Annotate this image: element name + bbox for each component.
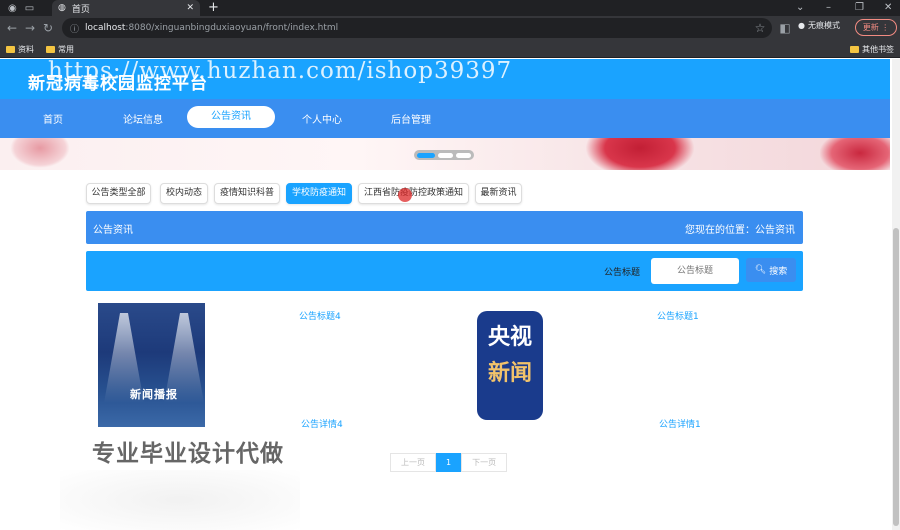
category-school-notice[interactable]: 学校防疫通知 <box>286 183 352 204</box>
watermark-slogan: 专业毕业设计代做 <box>92 441 284 467</box>
search-button-label: 搜索 <box>769 266 788 277</box>
bookmark-folder-ziliao[interactable]: 资料 <box>6 44 34 55</box>
other-bookmarks[interactable]: 其他书签 <box>850 44 894 55</box>
prev-page-button[interactable]: 上一页 <box>390 453 436 472</box>
main-nav: 首页 论坛信息 公告资讯 个人中心 后台管理 <box>0 99 890 138</box>
section-title: 公告资讯 <box>93 225 133 236</box>
logo-line: 新闻 <box>487 361 532 386</box>
bookmark-folder-changyong[interactable]: 常用 <box>46 44 74 55</box>
browser-tab-inactive[interactable]: ◉ ▭ <box>2 0 52 16</box>
reload-icon[interactable]: ↻ <box>39 21 57 35</box>
browser-tab-active[interactable]: ◍ 首页 ✕ <box>52 0 200 16</box>
new-tab-button[interactable]: + <box>208 0 219 16</box>
next-page-button[interactable]: 下一页 <box>461 453 508 472</box>
nav-admin[interactable]: 后台管理 <box>391 111 431 126</box>
incognito-indicator[interactable]: ● 无痕模式 <box>798 20 840 31</box>
url-host: localhost <box>85 23 126 33</box>
restore-icon[interactable]: ❐ <box>855 0 864 16</box>
carousel-dot[interactable] <box>417 152 436 158</box>
breadcrumb: 公告资讯 您现在的位置：公告资讯 <box>86 211 803 244</box>
globe-icon: ◍ <box>58 3 66 13</box>
window-close-icon[interactable]: ✕ <box>884 0 892 16</box>
announcement-detail[interactable]: 公告详情4 <box>301 417 343 430</box>
other-bookmarks-label: 其他书签 <box>862 45 894 54</box>
search-label: 公告标题 <box>604 268 641 278</box>
info-icon: ⓘ <box>70 24 80 35</box>
chrome-icon: ◉ <box>8 2 17 14</box>
cctv-news-logo[interactable]: 央视 新闻 <box>477 311 543 420</box>
search-bar: 公告标题 🔍︎ 搜索 <box>86 251 803 291</box>
banner-decor <box>585 138 695 170</box>
thumbnail-caption: 新闻播报 <box>130 388 178 401</box>
carousel-indicators <box>414 150 474 160</box>
search-button[interactable]: 🔍︎ 搜索 <box>746 258 796 282</box>
tab-search-icon[interactable]: ⌄ <box>796 0 804 16</box>
search-input[interactable] <box>651 258 739 284</box>
url-path: :8080/xinguanbingduxiaoyuan/front/index.… <box>125 23 339 33</box>
banner-decor <box>10 138 70 168</box>
minimize-icon[interactable]: – <box>826 0 831 16</box>
banner-decor <box>820 138 890 170</box>
browser-toolbar: ← → ↻ ⓘ localhost:8080/xinguanbingduxiao… <box>0 16 900 40</box>
incognito-label: 无痕模式 <box>807 21 840 30</box>
folder-icon <box>6 46 15 53</box>
close-icon[interactable]: ✕ <box>186 3 194 13</box>
carousel-dot[interactable] <box>456 152 471 158</box>
address-bar[interactable]: ⓘ localhost:8080/xinguanbingduxiaoyuan/f… <box>62 18 772 38</box>
update-button[interactable]: 更新 ⋮ <box>855 19 897 36</box>
bookmarks-bar: 资料 常用 其他书签 <box>0 40 900 58</box>
sidepanel-icon[interactable]: ◧ <box>776 21 794 35</box>
category-latest[interactable]: 最新资讯 <box>475 183 522 204</box>
category-knowledge[interactable]: 疫情知识科普 <box>214 183 280 204</box>
folder-icon <box>850 46 859 53</box>
nav-personal-center[interactable]: 个人中心 <box>302 111 342 126</box>
announcement-detail[interactable]: 公告详情1 <box>659 417 701 430</box>
bookmark-label: 资料 <box>18 45 34 54</box>
scrollbar-thumb[interactable] <box>893 228 899 526</box>
category-all[interactable]: 公告类型全部 <box>86 183 151 204</box>
news-thumbnail[interactable]: 新闻播报 <box>98 303 205 427</box>
window-icon: ▭ <box>24 2 35 14</box>
bookmark-star-icon[interactable]: ☆ <box>751 21 769 35</box>
update-label: 更新 <box>862 23 879 32</box>
current-location: 您现在的位置：公告资讯 <box>685 225 795 236</box>
bookmark-label: 常用 <box>58 45 74 54</box>
mouse-cursor-icon <box>398 188 412 202</box>
browser-titlebar: ◉ ▭ ◍ 首页 ✕ + ⌄ – ❐ ✕ <box>0 0 900 16</box>
pagination: 上一页 1 下一页 <box>390 453 508 472</box>
page-1-button[interactable]: 1 <box>436 453 462 472</box>
watermark-url: https://www.huzhan.com/ishop39397 <box>48 58 513 84</box>
decor-glow <box>60 470 300 530</box>
nav-announcements[interactable]: 公告资讯 <box>187 106 275 128</box>
nav-home[interactable]: 首页 <box>43 111 63 126</box>
category-campus-news[interactable]: 校内动态 <box>160 183 208 204</box>
forward-icon[interactable]: → <box>21 21 39 35</box>
category-policy[interactable]: 江西省防疫防控政策通知 <box>358 183 469 204</box>
folder-icon <box>46 46 55 53</box>
announcement-title[interactable]: 公告标题1 <box>657 309 699 322</box>
search-icon: 🔍︎ <box>754 265 767 275</box>
logo-line: 央视 <box>487 325 532 350</box>
carousel-dot[interactable] <box>438 152 454 158</box>
incognito-icon: ● <box>798 21 805 30</box>
tab-title: 首页 <box>71 4 90 15</box>
back-icon[interactable]: ← <box>3 21 21 35</box>
nav-forum[interactable]: 论坛信息 <box>123 111 163 126</box>
announcement-title[interactable]: 公告标题4 <box>299 309 341 322</box>
